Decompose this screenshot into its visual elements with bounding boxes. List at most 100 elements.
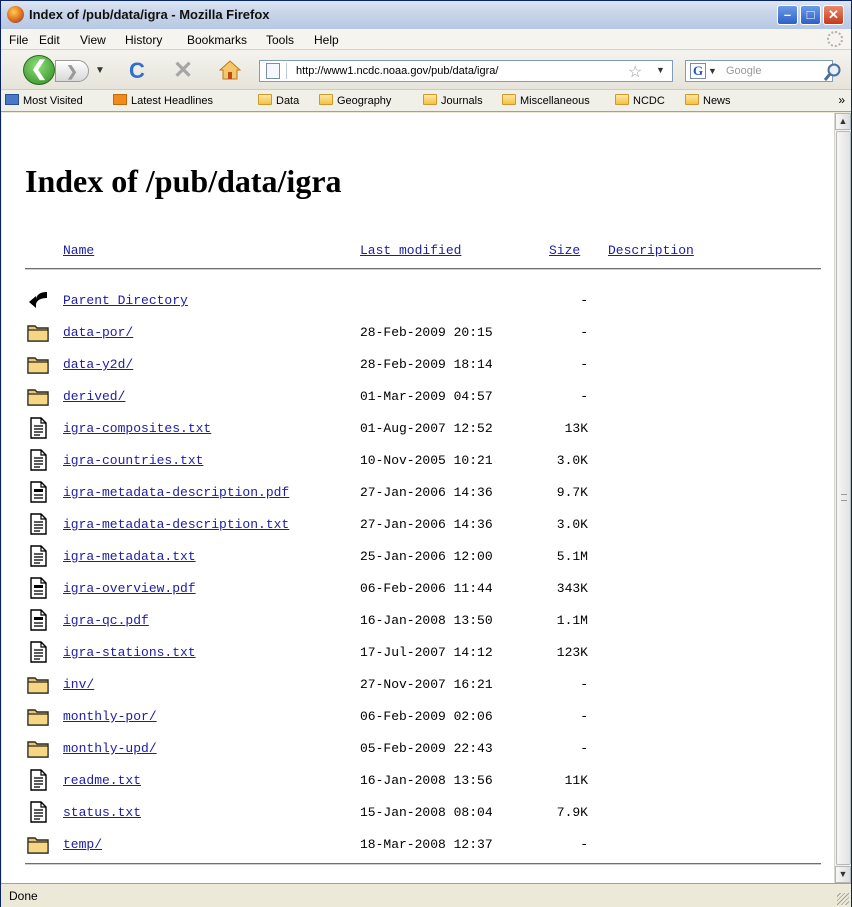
folder-icon[interactable] (27, 673, 49, 695)
close-button[interactable]: ✕ (823, 5, 844, 25)
table-row: temp/18-Mar-2008 12:37 - (2, 827, 834, 859)
file-modified: 16-Jan-2008 13:56 (360, 773, 493, 788)
bookmark-label: Geography (337, 95, 392, 107)
column-header-name[interactable]: Name (63, 243, 94, 258)
bookmark-ncdc[interactable]: NCDC (615, 94, 665, 107)
folder-icon[interactable] (27, 385, 49, 407)
file-link[interactable]: monthly-upd/ (63, 741, 157, 756)
file-link[interactable]: igra-metadata.txt (63, 549, 196, 564)
status-text: Done (9, 889, 38, 903)
maximize-button[interactable]: □ (800, 5, 821, 25)
menu-view[interactable]: View (80, 33, 106, 47)
google-engine-icon[interactable]: G (690, 63, 706, 79)
file-icon[interactable] (27, 577, 49, 599)
table-row: derived/01-Mar-2009 04:57 - (2, 379, 834, 411)
table-row: status.txt 15-Jan-2008 08:04 7.9K (2, 795, 834, 827)
forward-button[interactable]: ❯ (55, 60, 89, 82)
table-row: igra-composites.txt 01-Aug-2007 12:52 13K (2, 411, 834, 443)
file-size: 343K (556, 581, 588, 596)
file-link[interactable]: igra-overview.pdf (63, 581, 196, 596)
folder-icon[interactable] (27, 353, 49, 375)
home-icon[interactable] (219, 60, 241, 80)
folder-icon[interactable] (27, 833, 49, 855)
file-link[interactable]: igra-qc.pdf (63, 613, 149, 628)
column-header-description[interactable]: Description (608, 243, 694, 258)
page-content: Index of /pub/data/igra Name Last modifi… (2, 113, 834, 883)
folder-icon[interactable] (27, 705, 49, 727)
folder-icon[interactable] (27, 321, 49, 343)
table-row: igra-metadata-description.txt 27-Jan-2006… (2, 507, 834, 539)
table-row: readme.txt 16-Jan-2008 13:56 11K (2, 763, 834, 795)
page-icon (266, 63, 280, 79)
bookmark-news[interactable]: News (685, 94, 731, 107)
menu-bookmarks[interactable]: Bookmarks (187, 33, 247, 47)
text-file-icon[interactable] (27, 449, 49, 471)
file-link[interactable]: igra-countries.txt (63, 453, 203, 468)
text-file-icon[interactable] (27, 513, 49, 535)
url-dropdown-icon[interactable]: ▼ (656, 65, 665, 75)
menu-history[interactable]: History (125, 33, 162, 47)
table-row: Parent Directory - (2, 283, 834, 315)
search-icon[interactable] (823, 62, 843, 82)
file-link[interactable]: igra-composites.txt (63, 421, 211, 436)
text-file-icon[interactable] (27, 641, 49, 663)
file-link[interactable]: readme.txt (63, 773, 141, 788)
history-dropdown-icon[interactable]: ▼ (95, 65, 105, 76)
stop-icon[interactable]: ✕ (173, 56, 193, 85)
file-link[interactable]: Parent Directory (63, 293, 188, 308)
menu-file[interactable]: File (9, 33, 28, 47)
text-file-icon[interactable] (27, 801, 49, 823)
file-link[interactable]: monthly-por/ (63, 709, 157, 724)
resize-grip-icon[interactable] (837, 893, 849, 905)
text-file-icon[interactable] (27, 545, 49, 567)
url-bar[interactable]: http://www1.ncdc.noaa.gov/pub/data/igra/… (259, 60, 673, 82)
bookmark-star-icon[interactable]: ☆ (628, 62, 642, 82)
file-size: 3.0K (556, 453, 588, 468)
file-link[interactable]: igra-metadata-description.pdf (63, 485, 289, 500)
file-link[interactable]: igra-stations.txt (63, 645, 196, 660)
throbber-icon (827, 31, 843, 47)
bookmark-geography[interactable]: Geography (319, 94, 391, 107)
bookmark-latest-headlines[interactable]: Latest Headlines (113, 94, 213, 107)
scroll-up-button[interactable]: ▲ (835, 113, 851, 130)
file-link[interactable]: status.txt (63, 805, 141, 820)
bookmark-journals[interactable]: Journals (423, 94, 483, 107)
column-header-size[interactable]: Size (549, 243, 580, 258)
menu-tools[interactable]: Tools (266, 33, 294, 47)
reload-icon[interactable]: C (129, 58, 145, 84)
search-engine-dropdown-icon[interactable]: ▼ (708, 66, 717, 76)
folder-icon[interactable] (27, 737, 49, 759)
vertical-scrollbar[interactable]: ▲ ▼ (834, 113, 851, 883)
menu-help[interactable]: Help (314, 33, 339, 47)
text-file-icon[interactable] (27, 417, 49, 439)
bookmarks-overflow-button[interactable]: » (838, 93, 845, 107)
minimize-button[interactable]: – (777, 5, 798, 25)
search-input[interactable]: Google (726, 65, 761, 77)
file-modified: 05-Feb-2009 22:43 (360, 741, 493, 756)
file-link[interactable]: derived/ (63, 389, 125, 404)
search-bar[interactable]: G ▼ Google (685, 60, 833, 82)
file-icon[interactable] (27, 609, 49, 631)
file-link[interactable]: data-y2d/ (63, 357, 133, 372)
file-icon[interactable] (27, 481, 49, 503)
bookmark-data[interactable]: Data (258, 94, 299, 107)
scroll-thumb[interactable] (836, 131, 851, 865)
bookmark-label: Miscellaneous (520, 95, 590, 107)
file-link[interactable]: igra-metadata-description.txt (63, 517, 289, 532)
column-header-last-modified[interactable]: Last modified (360, 243, 461, 258)
back-button[interactable]: ❮ (23, 55, 55, 85)
title-bar[interactable]: Index of /pub/data/igra - Mozilla Firefo… (1, 1, 851, 29)
scroll-down-button[interactable]: ▼ (835, 866, 851, 883)
file-link[interactable]: data-por/ (63, 325, 133, 340)
table-row: monthly-por/06-Feb-2009 02:06 - (2, 699, 834, 731)
text-file-icon[interactable] (27, 769, 49, 791)
back-icon[interactable] (27, 289, 49, 311)
bookmark-most-visited[interactable]: Most Visited (5, 94, 83, 107)
bookmark-miscellaneous[interactable]: Miscellaneous (502, 94, 590, 107)
file-link[interactable]: temp/ (63, 837, 102, 852)
folder-icon (423, 94, 437, 105)
url-text[interactable]: http://www1.ncdc.noaa.gov/pub/data/igra/ (296, 65, 498, 77)
rss-icon (113, 94, 127, 105)
file-link[interactable]: inv/ (63, 677, 94, 692)
menu-edit[interactable]: Edit (39, 33, 60, 47)
